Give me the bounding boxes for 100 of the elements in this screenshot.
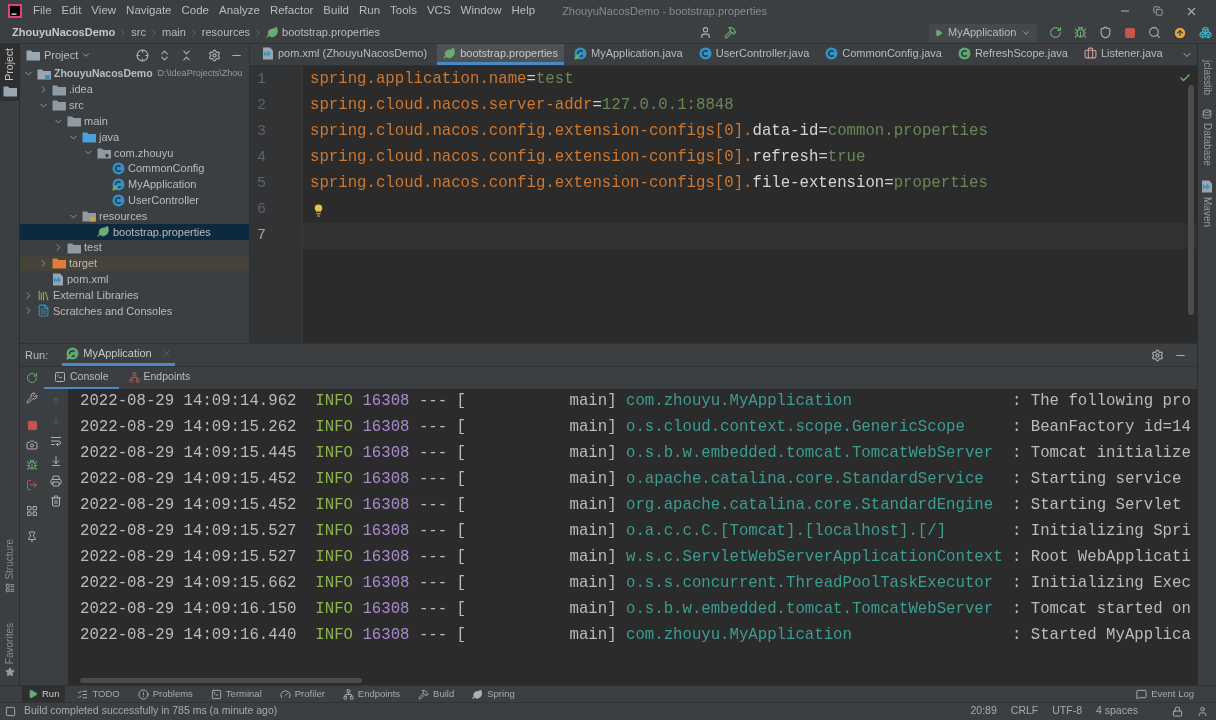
tree-item[interactable]: ZhouyuNacosDemo D:\IdeaProjects\Zhou: [20, 66, 249, 82]
run-tab[interactable]: MyApplication: [62, 344, 175, 366]
tool-window-tab[interactable]: Database: [1199, 109, 1215, 166]
status-item[interactable]: UTF-8: [1052, 703, 1082, 719]
menu-item[interactable]: File: [28, 2, 57, 20]
arrow-up-circle-icon[interactable]: [1173, 25, 1187, 40]
chevrons-icon[interactable]: [158, 48, 171, 62]
run-configuration-dropdown[interactable]: MyApplication: [929, 23, 1037, 42]
log-level: INFO: [315, 391, 353, 413]
tool-window-tab[interactable]: Project: [0, 44, 19, 101]
cubes-icon[interactable]: [1199, 26, 1212, 39]
tool-window-button[interactable]: Problems: [131, 686, 199, 702]
tool-window-button[interactable]: Run: [22, 686, 66, 702]
tool-window-button[interactable]: Endpoints: [336, 686, 407, 702]
stop-icon[interactable]: [26, 420, 38, 431]
menu-item[interactable]: VCS: [421, 2, 456, 20]
class-icon: [957, 46, 971, 60]
chevrons-icon[interactable]: [180, 48, 193, 62]
code-token: test: [535, 69, 574, 91]
tree-item[interactable]: MyApplication: [20, 176, 249, 193]
user-icon[interactable]: [699, 26, 712, 39]
tool-window-tab[interactable]: Favorites: [0, 620, 19, 679]
breadcrumb[interactable]: main: [161, 24, 186, 41]
grid-icon[interactable]: [26, 505, 38, 517]
menu-item[interactable]: Help: [506, 2, 541, 20]
breadcrumb[interactable]: ZhouyuNacosDemo: [12, 24, 116, 41]
tool-window-tab[interactable]: Maven: [1199, 179, 1215, 227]
status-item[interactable]: 20:89: [970, 703, 997, 719]
tool-window-button[interactable]: Profiler: [273, 686, 331, 702]
folder-icon: [82, 131, 96, 144]
menu-item[interactable]: Window: [455, 2, 507, 20]
menu-item[interactable]: Run: [353, 2, 386, 20]
shield-icon[interactable]: [1099, 26, 1112, 39]
editor-tab[interactable]: pom.xml (ZhouyuNacosDemo): [256, 44, 434, 65]
log-separator: ---: [418, 495, 448, 517]
tree-item[interactable]: .idea: [20, 81, 249, 98]
editor-tab[interactable]: Listener.java: [1077, 44, 1169, 65]
circular-arrow-icon[interactable]: [26, 372, 38, 384]
tree-item[interactable]: resources: [20, 208, 249, 224]
stop-icon[interactable]: [1124, 26, 1136, 39]
search-icon[interactable]: [1148, 26, 1161, 39]
pin-icon[interactable]: [26, 531, 38, 543]
editor-tab[interactable]: UserController.java: [692, 44, 816, 65]
tree-item[interactable]: java: [20, 129, 249, 145]
menu-item[interactable]: Build: [318, 2, 354, 20]
event-log-button[interactable]: Event Log: [1136, 686, 1194, 702]
breadcrumb[interactable]: bootstrap.properties: [266, 24, 380, 41]
menu-item[interactable]: Analyze: [213, 2, 265, 20]
settings-icon[interactable]: [1151, 348, 1164, 362]
tree-item[interactable]: External Libraries: [20, 287, 249, 303]
restore-icon[interactable]: [1153, 6, 1163, 16]
trash-icon[interactable]: [50, 495, 62, 507]
menu-item[interactable]: Code: [176, 2, 214, 20]
arrow-down-line-icon[interactable]: [50, 455, 62, 467]
status-item[interactable]: 4 spaces: [1095, 703, 1138, 719]
tool-window-tab[interactable]: jclasslib: [1199, 60, 1215, 95]
tool-window-tab[interactable]: Structure: [0, 537, 19, 595]
status-item[interactable]: CRLF: [1010, 703, 1039, 719]
tree-item[interactable]: Scratches and Consoles: [20, 302, 249, 319]
crosshair-icon[interactable]: [136, 48, 149, 62]
editor-tab[interactable]: MyApplication.java: [568, 44, 689, 65]
arrow-out-icon[interactable]: [26, 479, 38, 491]
wrap-icon[interactable]: [50, 435, 62, 447]
settings-icon[interactable]: [208, 48, 221, 62]
camera-icon[interactable]: [26, 439, 38, 451]
tool-window-button[interactable]: Build: [412, 686, 461, 702]
console-tab[interactable]: Endpoints: [118, 367, 201, 389]
print-icon[interactable]: [50, 475, 62, 487]
menu-item[interactable]: Tools: [385, 2, 422, 20]
tree-item[interactable]: src: [20, 97, 249, 114]
tool-window-button[interactable]: Terminal: [204, 686, 268, 702]
menu-item[interactable]: View: [86, 2, 122, 20]
hammer-icon[interactable]: [724, 26, 737, 39]
tree-item[interactable]: UserController: [20, 192, 249, 209]
terminal-icon: [54, 371, 66, 383]
circular-arrow-icon[interactable]: [1049, 26, 1062, 39]
menu-item[interactable]: Refactor: [264, 2, 319, 20]
scrollbar[interactable]: [80, 678, 362, 683]
tree-item[interactable]: bootstrap.properties: [20, 223, 249, 240]
tree-item[interactable]: pom.xml: [20, 271, 249, 288]
tree-item[interactable]: test: [20, 239, 249, 256]
menu-item[interactable]: Navigate: [121, 2, 177, 20]
bug-icon[interactable]: [1074, 26, 1087, 39]
star-icon: [4, 667, 15, 677]
tool-window-button[interactable]: TODO: [71, 686, 126, 702]
tree-item[interactable]: target: [20, 255, 249, 272]
tool-window-button[interactable]: Spring: [466, 686, 521, 702]
breadcrumb[interactable]: resources: [201, 24, 251, 41]
menu-item[interactable]: Edit: [56, 2, 87, 20]
tree-item[interactable]: main: [20, 113, 249, 130]
editor-tab[interactable]: bootstrap.properties: [437, 44, 564, 65]
tree-item[interactable]: CommonConfig: [20, 160, 249, 177]
wrench-icon[interactable]: [26, 392, 38, 404]
bug-icon[interactable]: [26, 459, 38, 471]
breadcrumb[interactable]: src: [131, 24, 146, 41]
tree-item[interactable]: com.zhouyu: [20, 145, 249, 161]
scrollbar[interactable]: [1188, 85, 1194, 315]
editor-tab[interactable]: CommonConfig.java: [819, 44, 948, 65]
panel-title-dropdown[interactable]: Project: [44, 46, 92, 64]
editor-tab[interactable]: RefreshScope.java: [951, 44, 1074, 65]
